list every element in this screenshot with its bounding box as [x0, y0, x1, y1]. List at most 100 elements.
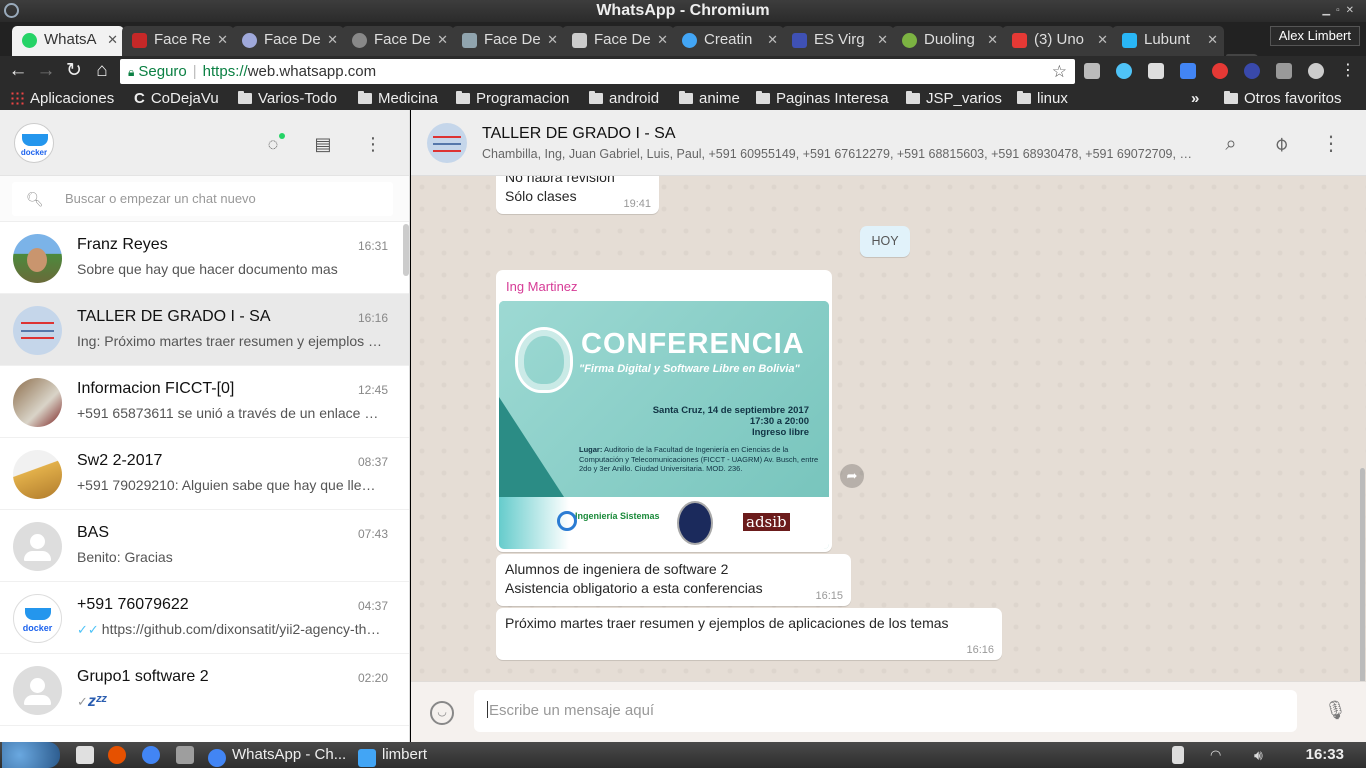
extension-block-icon[interactable] [1244, 63, 1260, 79]
chromium-icon[interactable] [142, 746, 160, 764]
left-header: docker ◌ ▤ ⋮ [0, 110, 409, 176]
whatsapp-icon [22, 33, 37, 48]
volume-icon[interactable]: 🔊︎ [1254, 746, 1272, 764]
bookmark-folder[interactable]: Medicina [358, 88, 438, 110]
clock[interactable]: 16:33 [1306, 742, 1344, 768]
chat-item-selected[interactable]: TALLER DE GRADO I - SA 16:16 Ing: Próxim… [0, 294, 409, 366]
tab-close-icon[interactable]: ✕ [1097, 26, 1108, 54]
forward-icon[interactable]: → [35, 60, 57, 82]
extension-pen-icon[interactable] [1148, 63, 1164, 79]
tab-close-icon[interactable]: ✕ [437, 26, 448, 54]
message-input[interactable]: Escribe un mensaje aquí [474, 690, 1297, 732]
folder-icon [756, 91, 770, 104]
bookmarks-overflow-button[interactable]: » [1191, 88, 1199, 110]
bookmark-star-icon[interactable]: ☆ [1052, 59, 1067, 84]
wifi-icon[interactable]: ◠ [1210, 746, 1228, 764]
tab-close-icon[interactable]: ✕ [987, 26, 998, 54]
tab-face-de-2[interactable]: Face De ✕ [342, 26, 454, 56]
bookmark-folder[interactable]: Paginas Interesa [756, 88, 892, 110]
sender-name[interactable]: Ing Martinez [506, 279, 578, 294]
translate-icon[interactable] [1180, 63, 1196, 79]
chat-item[interactable] [0, 726, 409, 742]
bookmark-folder[interactable]: linux [1017, 88, 1068, 110]
bookmark-folder[interactable]: JSP_varios [906, 88, 1002, 110]
bookmark-folder[interactable]: Varios-Todo [238, 88, 337, 110]
tab-youtube[interactable]: (3) Uno ✕ [1002, 26, 1114, 56]
tab-lubuntu[interactable]: Lubunt ✕ [1112, 26, 1224, 56]
tab-close-icon[interactable]: ✕ [657, 26, 668, 54]
tab-face-re[interactable]: Face Re ✕ [122, 26, 234, 56]
status-icon[interactable]: ◌ [262, 133, 285, 155]
window-controls[interactable]: ▁▫✕ [1322, 0, 1360, 22]
bookmark-codejavu[interactable]: C CoDejaVu [134, 88, 219, 110]
menu-icon[interactable]: ⋮ [362, 133, 384, 155]
chromium-icon [208, 749, 226, 767]
scrollbar[interactable] [403, 224, 409, 276]
task-limbert[interactable]: limbert [358, 742, 427, 768]
tab-close-icon[interactable]: ✕ [107, 26, 118, 54]
tab-whatsapp[interactable]: WhatsA ✕ [12, 26, 124, 56]
chat-item[interactable]: docker +591 76079622 04:37 ✓✓ https://git… [0, 582, 409, 654]
tab-face-de-4[interactable]: Face De ✕ [562, 26, 674, 56]
fingerprint-icon [515, 327, 573, 393]
tab-close-icon[interactable]: ✕ [217, 26, 228, 54]
group-avatar[interactable] [427, 123, 467, 163]
my-avatar[interactable]: docker [14, 123, 54, 163]
forward-icon[interactable]: ➦ [840, 464, 864, 488]
extension-d-icon[interactable] [1084, 63, 1100, 79]
address-bar[interactable]: 🔒︎ Seguro | https://web.whatsapp.com ☆ [120, 59, 1075, 84]
battery-icon[interactable] [1172, 746, 1184, 764]
github-icon [352, 33, 367, 48]
back-icon[interactable]: ← [7, 60, 29, 82]
profile-button[interactable]: Alex Limbert [1269, 26, 1360, 46]
page-icon [572, 33, 587, 48]
tab-close-icon[interactable]: ✕ [877, 26, 888, 54]
task-whatsapp[interactable]: WhatsApp - Ch... [208, 742, 346, 768]
extension-play-icon[interactable] [1116, 63, 1132, 79]
sleeping-emoji-icon: zᶻᶻ [87, 693, 107, 710]
bookmark-folder[interactable]: Programacion [456, 88, 569, 110]
folder-icon [679, 91, 693, 104]
extension-shield-icon[interactable] [1212, 63, 1228, 79]
tab-face-de-1[interactable]: Face De ✕ [232, 26, 344, 56]
chat-item[interactable]: BAS 07:43 Benito: Gracias [0, 510, 409, 582]
bookmark-other[interactable]: Otros favoritos [1224, 88, 1342, 110]
firefox-icon[interactable] [108, 746, 126, 764]
folder-icon [456, 91, 470, 104]
microphone-icon[interactable]: 🎙︎ [1324, 700, 1347, 724]
file-manager-icon[interactable] [76, 746, 94, 764]
emoji-icon[interactable]: ◡ [430, 701, 454, 725]
tab-creatin[interactable]: Creatin ✕ [672, 26, 784, 56]
conversation-header[interactable]: TALLER DE GRADO I - SA Chambilla, Ing, J… [411, 110, 1366, 176]
chat-item[interactable]: Franz Reyes 16:31 Sobre que hay que hace… [0, 222, 409, 294]
tab-close-icon[interactable]: ✕ [547, 26, 558, 54]
menu-icon[interactable]: ⋮ [1319, 132, 1343, 156]
tab-duolingo[interactable]: Duoling ✕ [892, 26, 1004, 56]
tab-close-icon[interactable]: ✕ [1207, 26, 1218, 54]
reload-icon[interactable]: ↻ [63, 60, 85, 82]
bookmark-folder[interactable]: anime [679, 88, 740, 110]
extension-globe-icon[interactable] [1308, 63, 1324, 79]
tab-close-icon[interactable]: ✕ [327, 26, 338, 54]
tab-face-de-3[interactable]: Face De ✕ [452, 26, 564, 56]
menu-icon[interactable]: ⋮ [1337, 60, 1359, 82]
image-message[interactable]: Ing Martinez CONFERENCIA "Firma Digital … [496, 270, 832, 552]
scrollbar[interactable] [1360, 468, 1365, 681]
windows-icon[interactable] [176, 746, 194, 764]
new-chat-icon[interactable]: ▤ [312, 133, 334, 155]
chat-item[interactable]: Informacion FICCT-[0] 12:45 +591 6587361… [0, 366, 409, 438]
bookmark-folder[interactable]: android [589, 88, 659, 110]
tab-es-virg[interactable]: ES Virg ✕ [782, 26, 894, 56]
start-menu-button[interactable] [2, 742, 60, 768]
extension-glasses-icon[interactable] [1276, 63, 1292, 79]
home-icon[interactable]: ⌂ [91, 60, 113, 82]
search-icon[interactable]: ⌕ [1219, 132, 1243, 156]
screen: WhatsApp - Chromium ▁▫✕ WhatsA ✕ Face Re ✕… [0, 0, 1366, 768]
chat-item[interactable]: Sw2 2-2017 08:37 +591 79029210: Alguien … [0, 438, 409, 510]
bookmark-apps[interactable]: Aplicaciones [10, 88, 114, 110]
conference-poster-image[interactable]: CONFERENCIA "Firma Digital y Software Li… [499, 301, 829, 549]
chat-item[interactable]: Grupo1 software 2 02:20 ✓zᶻᶻ [0, 654, 409, 726]
search-input[interactable]: 🔍︎ Buscar o empezar un chat nuevo [12, 182, 393, 216]
tab-close-icon[interactable]: ✕ [767, 26, 778, 54]
attach-paperclip-icon[interactable]: ⌀ [1264, 127, 1298, 161]
